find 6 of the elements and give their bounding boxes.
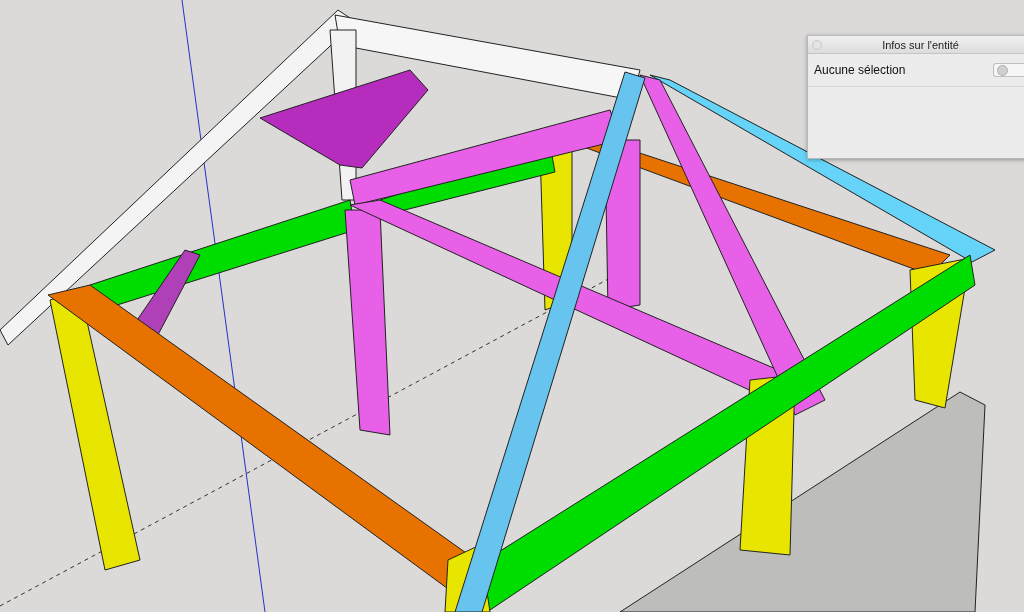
toggle-control[interactable] xyxy=(993,63,1024,77)
toggle-knob-icon xyxy=(997,64,1008,76)
panel-title: Infos sur l'entité xyxy=(881,38,960,51)
model-viewport[interactable]: Infos sur l'entité Aucune sélection xyxy=(0,0,1024,612)
close-button[interactable] xyxy=(812,39,822,50)
selection-label: Aucune sélection xyxy=(814,63,906,77)
